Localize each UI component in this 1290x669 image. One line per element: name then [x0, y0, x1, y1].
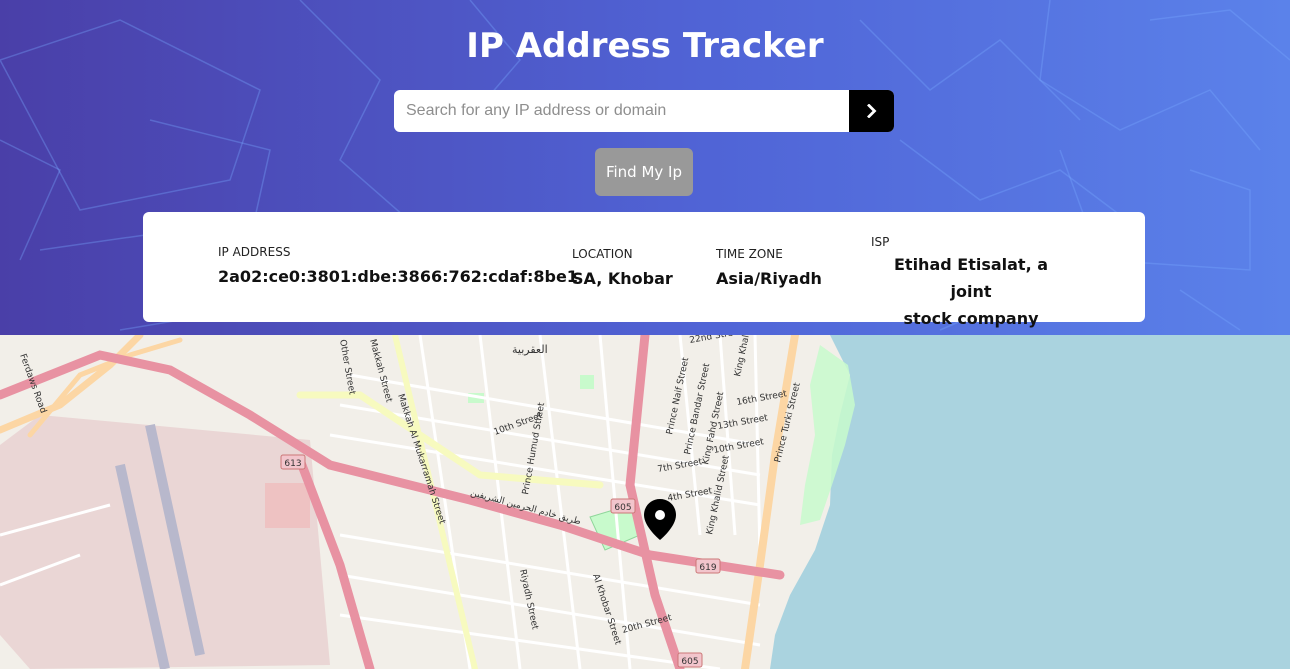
- label-al-khobar-street: Al Khobar Street: [590, 573, 622, 647]
- label-22nd-street: 22nd Street: [689, 335, 743, 346]
- search-bar: [394, 90, 894, 132]
- find-my-ip-button[interactable]: Find My Ip: [595, 148, 693, 196]
- timezone-label: TIME ZONE: [716, 247, 783, 261]
- map[interactable]: 613 605 619 605 Ferdaws Road Other Stree…: [0, 335, 1290, 669]
- label-king-khalid-north: King Khalid: [733, 335, 753, 378]
- shield-605-bottom: 605: [681, 657, 698, 667]
- ip-info-card: IP ADDRESS 2a02:ce0:3801:dbe:3866:762:cd…: [143, 212, 1145, 328]
- isp-value: Etihad Etisalat, a joint stock company: [871, 251, 1071, 332]
- ip-address-section: IP ADDRESS 2a02:ce0:3801:dbe:3866:762:cd…: [218, 245, 578, 286]
- timezone-value: Asia/Riyadh: [716, 269, 822, 288]
- label-riyadh-street: Riyadh Street: [517, 569, 540, 631]
- map-canvas[interactable]: 613 605 619 605 Ferdaws Road Other Stree…: [0, 335, 1290, 669]
- shield-613: 613: [284, 459, 301, 469]
- shield-605-top: 605: [614, 503, 631, 513]
- location-section: LOCATION SA, Khobar: [572, 247, 673, 288]
- airport-building: [265, 483, 310, 528]
- small-park: [580, 375, 594, 389]
- shield-619: 619: [699, 563, 716, 573]
- search-input[interactable]: [394, 90, 849, 132]
- isp-section: ISP Etihad Etisalat, a joint stock compa…: [871, 235, 1071, 332]
- isp-label: ISP: [871, 235, 890, 249]
- chevron-right-icon: [866, 104, 876, 118]
- location-value: SA, Khobar: [572, 269, 673, 288]
- location-pin-icon[interactable]: [644, 499, 676, 540]
- airport-area: [0, 415, 330, 669]
- location-label: LOCATION: [572, 247, 633, 261]
- page-title: IP Address Tracker: [466, 26, 824, 66]
- isp-value-line-2: stock company: [903, 309, 1039, 328]
- search-submit-button[interactable]: [849, 90, 894, 132]
- label-other-street: Other Street: [337, 339, 357, 396]
- label-4th-street: 4th Street: [667, 486, 714, 504]
- isp-value-line-1: Etihad Etisalat, a joint: [893, 255, 1049, 301]
- label-makkah-street: Makkah Street: [367, 338, 394, 404]
- ip-address-value: 2a02:ce0:3801:dbe:3866:762:cdaf:8be1: [218, 267, 578, 286]
- ip-address-label: IP ADDRESS: [218, 245, 291, 259]
- label-arabic-aqrabiyah: العقربية: [512, 343, 548, 356]
- timezone-section: TIME ZONE Asia/Riyadh: [716, 247, 822, 288]
